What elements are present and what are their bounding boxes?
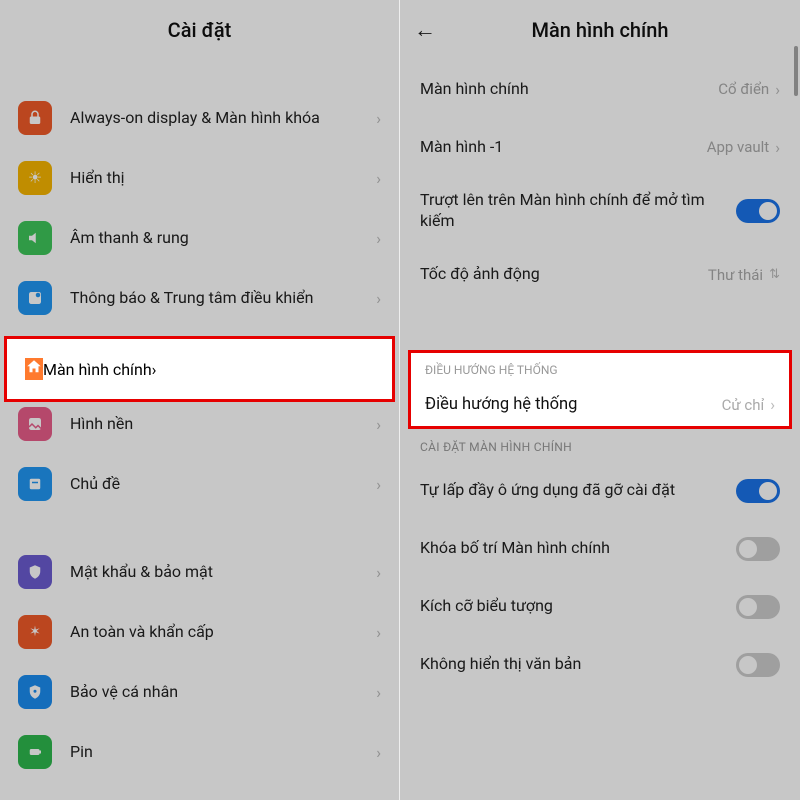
speaker-icon: [18, 221, 52, 255]
settings-item-label: Âm thanh & rung: [70, 228, 368, 249]
toggle-lock-layout[interactable]: [736, 537, 780, 561]
toggle-no-text[interactable]: [736, 653, 780, 677]
home-header: ← Màn hình chính: [400, 0, 800, 60]
home-screen-panel: ← Màn hình chính Màn hình chính Cổ điển …: [400, 0, 800, 800]
sun-icon: ☀: [18, 161, 52, 195]
chevron-right-icon: ›: [376, 415, 381, 434]
row-label: Không hiển thị văn bản: [420, 654, 726, 675]
row-label: Điều hướng hệ thống: [425, 395, 722, 414]
chevron-right-icon: ›: [376, 169, 381, 188]
settings-item-aod[interactable]: Always-on display & Màn hình khóa ›: [0, 88, 399, 148]
toggle-autofill[interactable]: [736, 479, 780, 503]
settings-item-label: Hiển thị: [70, 168, 368, 189]
settings-item-wallpaper[interactable]: Hình nền ›: [0, 394, 399, 454]
settings-item-emergency[interactable]: ✶ An toàn và khẩn cấp ›: [0, 602, 399, 662]
emergency-icon: ✶: [18, 615, 52, 649]
settings-item-label: Màn hình chính: [43, 360, 152, 379]
chevron-right-icon: ›: [376, 683, 381, 702]
row-swipe-search[interactable]: Trượt lên trên Màn hình chính để mở tìm …: [400, 176, 800, 246]
row-label: Trượt lên trên Màn hình chính để mở tìm …: [420, 190, 726, 232]
settings-item-sound[interactable]: Âm thanh & rung ›: [0, 208, 399, 268]
home-settings-list[interactable]: Màn hình chính Cổ điển › Màn hình -1 App…: [400, 60, 800, 800]
settings-item-label: Hình nền: [70, 414, 368, 435]
settings-item-label: Thông báo & Trung tâm điều khiển: [70, 288, 368, 309]
settings-item-label: An toàn và khẩn cấp: [70, 622, 368, 643]
row-label: Tự lấp đầy ô ứng dụng đã gỡ cài đặt: [420, 480, 726, 501]
row-autofill[interactable]: Tự lấp đầy ô ứng dụng đã gỡ cài đặt: [400, 462, 800, 520]
row-value: Thư thái: [708, 266, 763, 284]
row-label: Kích cỡ biểu tượng: [420, 596, 726, 617]
chevron-right-icon: ›: [376, 563, 381, 582]
chevron-right-icon: ›: [376, 289, 381, 308]
row-label: Màn hình -1: [420, 137, 699, 158]
row-icon-size[interactable]: Kích cỡ biểu tượng: [400, 578, 800, 636]
row-minus-one[interactable]: Màn hình -1 App vault ›: [400, 118, 800, 176]
chevron-right-icon: ›: [775, 138, 780, 157]
settings-item-display[interactable]: ☀ Hiển thị ›: [0, 148, 399, 208]
scrollbar[interactable]: [794, 46, 798, 96]
home-title: Màn hình chính: [532, 18, 669, 42]
settings-item-label: Mật khẩu & bảo mật: [70, 562, 368, 583]
shield-icon: [18, 555, 52, 589]
row-value: App vault: [707, 138, 770, 156]
chevron-right-icon: ›: [770, 395, 775, 414]
section-system-nav: ĐIỀU HƯỚNG HỆ THỐNG: [411, 353, 789, 383]
chevron-right-icon: ›: [376, 229, 381, 248]
row-label: Tốc độ ảnh động: [420, 264, 700, 285]
arrow-left-icon: ←: [414, 17, 436, 42]
settings-item-security[interactable]: Mật khẩu & bảo mật ›: [0, 542, 399, 602]
chevron-right-icon: ›: [376, 109, 381, 128]
settings-item-label: Always-on display & Màn hình khóa: [70, 108, 368, 129]
toggle-icon-size[interactable]: [736, 595, 780, 619]
settings-item-privacy[interactable]: Bảo vệ cá nhân ›: [0, 662, 399, 722]
settings-item-label: Chủ đề: [70, 474, 368, 495]
settings-list[interactable]: Always-on display & Màn hình khóa › ☀ Hi…: [0, 60, 399, 800]
notify-icon: [18, 281, 52, 315]
chevron-right-icon: ›: [376, 475, 381, 494]
toggle-swipe-search[interactable]: [736, 199, 780, 223]
settings-item-label: Pin: [70, 742, 368, 763]
row-lock-layout[interactable]: Khóa bố trí Màn hình chính: [400, 520, 800, 578]
row-value: Cử chỉ: [722, 396, 765, 414]
settings-header: Cài đặt: [0, 0, 399, 60]
settings-item-themes[interactable]: Chủ đề ›: [0, 454, 399, 514]
settings-title: Cài đặt: [168, 18, 232, 42]
chevron-right-icon: ›: [152, 360, 157, 379]
home-icon: [25, 358, 43, 380]
settings-item-home[interactable]: Màn hình chính ›: [7, 339, 392, 399]
settings-item-label: Bảo vệ cá nhân: [70, 682, 368, 703]
row-anim-speed[interactable]: Tốc độ ảnh động Thư thái ⇅: [400, 246, 800, 304]
settings-item-battery[interactable]: Pin ›: [0, 722, 399, 782]
lock-icon: [18, 101, 52, 135]
row-value: Cổ điển: [718, 80, 769, 98]
row-label: Khóa bố trí Màn hình chính: [420, 538, 726, 559]
row-label: Màn hình chính: [420, 79, 710, 100]
privacy-icon: [18, 675, 52, 709]
theme-icon: [18, 467, 52, 501]
chevron-right-icon: ›: [775, 80, 780, 99]
chevron-right-icon: ›: [376, 623, 381, 642]
battery-icon: [18, 735, 52, 769]
row-system-nav[interactable]: Điều hướng hệ thống Cử chỉ ›: [411, 383, 789, 426]
settings-item-notify[interactable]: Thông báo & Trung tâm điều khiển ›: [0, 268, 399, 328]
row-no-text[interactable]: Không hiển thị văn bản: [400, 636, 800, 694]
highlight-home-screen: Màn hình chính ›: [4, 336, 395, 402]
back-button[interactable]: ←: [414, 17, 436, 43]
highlight-system-nav: ĐIỀU HƯỚNG HỆ THỐNG Điều hướng hệ thống …: [408, 350, 792, 429]
row-home-style[interactable]: Màn hình chính Cổ điển ›: [400, 60, 800, 118]
settings-panel: Cài đặt Always-on display & Màn hình khó…: [0, 0, 400, 800]
wallpaper-icon: [18, 407, 52, 441]
chevron-right-icon: ›: [376, 743, 381, 762]
updown-icon: ⇅: [769, 267, 780, 282]
